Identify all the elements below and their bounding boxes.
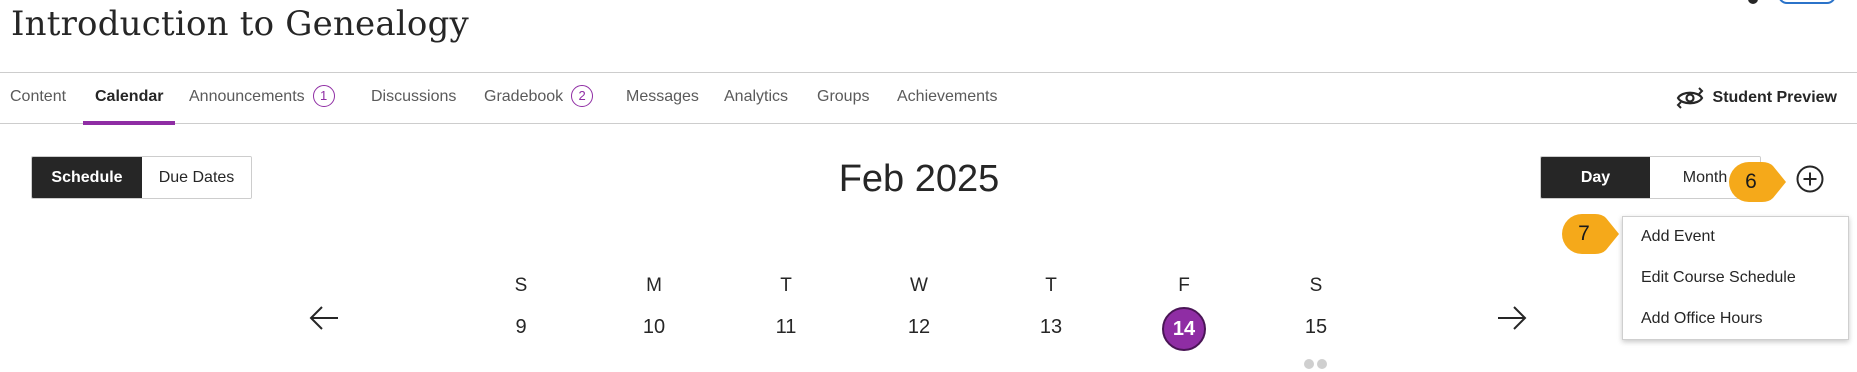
weekday-letter: T: [1045, 275, 1057, 296]
tab-discussions[interactable]: Discussions: [371, 73, 456, 123]
step-7-callout: 7: [1562, 214, 1619, 254]
add-menu: Add Event Edit Course Schedule Add Offic…: [1622, 216, 1849, 340]
day-number[interactable]: 13: [1021, 316, 1081, 339]
tab-label: Discussions: [371, 88, 457, 105]
add-event-item[interactable]: Add Event: [1641, 228, 1715, 246]
tab-label: Groups: [817, 88, 870, 105]
tab-achievements[interactable]: Achievements: [897, 73, 998, 123]
day-button[interactable]: Day: [1541, 157, 1650, 198]
weekday-letter: S: [514, 275, 528, 296]
weekday-letter: F: [1178, 275, 1190, 296]
today-day-number[interactable]: 14: [1162, 307, 1206, 351]
add-button[interactable]: [1795, 164, 1825, 194]
student-preview-label: Student Preview: [1712, 89, 1837, 106]
step-6-number: 6: [1745, 170, 1757, 193]
weekday-letter: M: [646, 275, 662, 296]
day-number[interactable]: 9: [491, 316, 551, 339]
tab-label: Messages: [626, 88, 699, 105]
header-toggle[interactable]: [1778, 0, 1836, 4]
day-number[interactable]: 12: [889, 316, 949, 339]
tab-calendar[interactable]: Calendar: [82, 73, 177, 125]
day-number[interactable]: 11: [756, 316, 816, 339]
tab-label: Achievements: [897, 88, 998, 105]
day-number[interactable]: 15: [1286, 316, 1346, 339]
page-title: Introduction to Genealogy: [11, 4, 469, 44]
range-toggle: Day Month: [1540, 156, 1761, 199]
weekday-letter: S: [1309, 275, 1323, 296]
previous-week-button[interactable]: [308, 302, 340, 334]
day-number[interactable]: 10: [624, 316, 684, 339]
tab-label: Content: [10, 88, 67, 105]
event-indicator: [1304, 359, 1327, 369]
course-nav: Content Calendar Announcements 1 Discussi…: [0, 72, 1857, 125]
tab-label: Calendar: [95, 88, 164, 105]
tab-content[interactable]: Content: [10, 73, 66, 123]
tab-label: Analytics: [724, 88, 789, 105]
next-week-button[interactable]: [1496, 302, 1528, 334]
tab-label: Announcements: [189, 88, 305, 105]
arrow-left-icon: [309, 306, 338, 330]
tab-groups[interactable]: Groups: [817, 73, 869, 123]
eye-refresh-icon: [1676, 87, 1703, 109]
weekday-letter: T: [780, 275, 792, 296]
tab-gradebook[interactable]: Gradebook 2: [484, 73, 594, 123]
count-badge: 1: [312, 85, 335, 107]
event-dot: [1317, 359, 1327, 369]
add-office-hours-item[interactable]: Add Office Hours: [1641, 310, 1763, 328]
tab-messages[interactable]: Messages: [626, 73, 699, 123]
count-badge: 2: [571, 85, 594, 107]
arrow-right-icon: [1498, 306, 1527, 330]
user-icon[interactable]: [1748, 0, 1758, 4]
tab-analytics[interactable]: Analytics: [724, 73, 788, 123]
step-6-callout: 6: [1729, 162, 1786, 202]
plus-circle-icon: [1796, 165, 1824, 193]
tab-announcements[interactable]: Announcements 1: [189, 73, 335, 123]
event-dot: [1304, 359, 1314, 369]
tab-label: Gradebook: [484, 88, 564, 105]
student-preview-button[interactable]: Student Preview: [1675, 73, 1837, 123]
step-7-number: 7: [1578, 222, 1590, 245]
edit-course-schedule-item[interactable]: Edit Course Schedule: [1641, 269, 1796, 287]
weekday-letter: W: [910, 275, 928, 296]
